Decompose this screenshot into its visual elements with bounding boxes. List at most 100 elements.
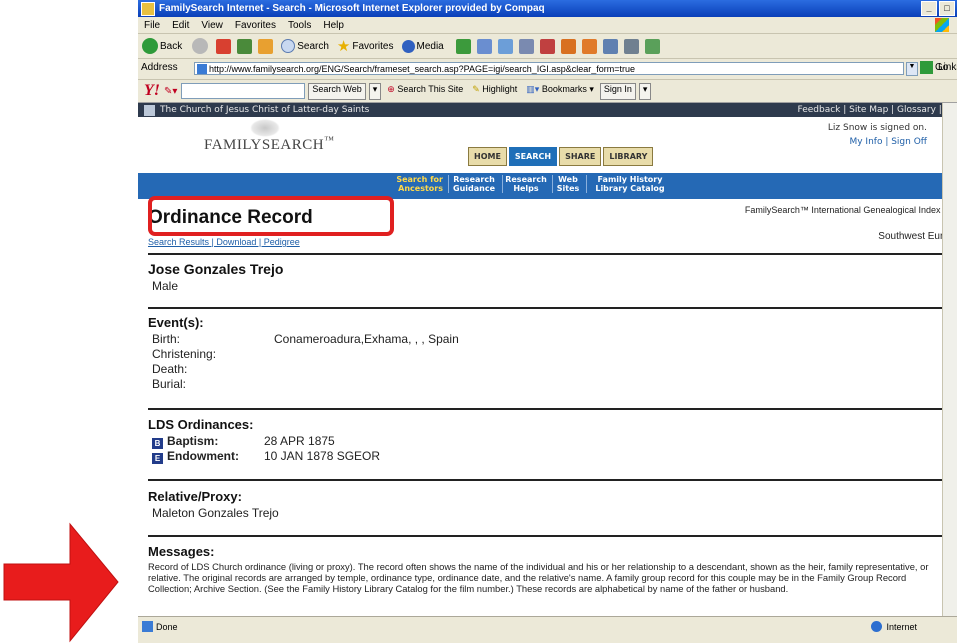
person-name: Jose Gonzales Trejo (148, 261, 284, 277)
addon-icon-1[interactable] (539, 38, 555, 54)
highlight-label: Highlight (482, 83, 518, 94)
ordinance-baptism: B Baptism: (152, 434, 218, 449)
refresh-button[interactable] (237, 38, 253, 54)
favorites-button[interactable]: ★ Favorites (337, 37, 394, 55)
event-label-birth: Birth: (152, 332, 181, 346)
highlighter-icon: ✎ (472, 83, 483, 94)
endowment-badge-icon: E (152, 453, 163, 464)
security-zone: Internet (871, 621, 917, 632)
temple-icon (144, 104, 155, 116)
search-button[interactable]: Search (281, 39, 329, 53)
nav-research-guidance[interactable]: Research Guidance (448, 175, 499, 193)
address-bar: Address http://www.familysearch.org/ENG/… (138, 59, 957, 80)
search-icon (281, 39, 296, 53)
addon-icon-6[interactable] (644, 38, 660, 54)
minimize-button[interactable]: _ (921, 1, 937, 16)
addon-icon-2[interactable] (560, 38, 576, 54)
nav-label-line1: Research (453, 175, 495, 184)
divider (148, 535, 944, 537)
annotation-highlight-box (148, 196, 394, 236)
title-bar[interactable]: FamilySearch Internet - Search - Microso… (138, 0, 957, 17)
media-button[interactable]: Media (401, 39, 444, 53)
menu-file[interactable]: File (144, 20, 160, 31)
events-heading: Event(s): (148, 315, 204, 330)
back-button[interactable]: Back (142, 38, 182, 54)
search-site-icon: ⊕ (387, 83, 398, 94)
ordinances-heading: LDS Ordinances: (148, 417, 254, 432)
familysearch-header: FAMILYSEARCH™ HOME SEARCH SHARE LIBRARY … (138, 117, 957, 173)
relative-name: Maleton Gonzales Trejo (152, 506, 279, 520)
edit-button[interactable] (518, 38, 534, 54)
ordinance-label: Endowment: (167, 449, 239, 463)
menu-view[interactable]: View (201, 20, 223, 31)
menu-edit[interactable]: Edit (172, 20, 189, 31)
yahoo-pencil-icon[interactable]: ✎▾ (164, 86, 177, 97)
record-links[interactable]: Search Results | Download | Pedigree (148, 237, 300, 247)
tab-library[interactable]: LIBRARY (603, 147, 654, 166)
print-button[interactable] (497, 38, 513, 54)
top-links[interactable]: Feedback | Site Map | Glossary | He (798, 105, 957, 115)
highlight-button[interactable]: ✎ Highlight (469, 84, 520, 99)
menu-tools[interactable]: Tools (288, 20, 311, 31)
church-name[interactable]: The Church of Jesus Christ of Latter-day… (160, 105, 369, 115)
church-header-bar: The Church of Jesus Christ of Latter-day… (138, 103, 957, 117)
divider (148, 253, 944, 255)
home-button[interactable] (258, 38, 274, 54)
favorites-label: Favorites (352, 40, 394, 52)
ordinance-baptism-date: 28 APR 1875 (264, 434, 335, 448)
logo-text: FAMILYSEARCH (204, 137, 325, 153)
history-button[interactable] (455, 38, 471, 54)
divider (148, 307, 944, 309)
bookmarks-button[interactable]: ▥▾ Bookmarks ▾ (523, 84, 597, 99)
signed-on-text: Liz Snow is signed on. (827, 123, 927, 133)
back-arrow-icon (142, 38, 158, 54)
person-sex: Male (152, 279, 179, 293)
tab-home[interactable]: HOME (468, 147, 507, 166)
nav-web-sites[interactable]: Web Sites (552, 175, 583, 193)
window-title: FamilySearch Internet - Search - Microso… (159, 3, 545, 14)
ordinance-label: Baptism: (167, 434, 219, 448)
addon-icon-3[interactable] (581, 38, 597, 54)
mail-button[interactable] (476, 38, 492, 54)
maximize-button[interactable]: □ (939, 1, 955, 16)
addon-icon-5[interactable] (623, 38, 639, 54)
search-this-site-button[interactable]: ⊕ Search This Site (384, 84, 466, 99)
links-button[interactable]: Links (938, 62, 957, 73)
nav-label-line2: Sites (556, 184, 580, 193)
baptism-badge-icon: B (152, 438, 163, 449)
ordinance-endowment: E Endowment: (152, 449, 239, 464)
search-web-button[interactable]: Search Web (308, 82, 366, 100)
my-info-link[interactable]: My Info | Sign Off (849, 137, 927, 147)
vertical-scrollbar[interactable] (942, 103, 957, 616)
addon-icon-4[interactable] (602, 38, 618, 54)
address-dropdown[interactable]: ▼ (906, 62, 918, 76)
nav-research-helps[interactable]: Research Helps (502, 175, 549, 193)
zone-text: Internet (886, 621, 917, 632)
annotation-arrow (3, 522, 119, 643)
nav-label-line2: Helps (513, 184, 539, 193)
nav-label-line2: Guidance (453, 184, 495, 193)
address-input[interactable]: http://www.familysearch.org/ENG/Search/f… (194, 62, 904, 75)
bookmarks-icon: ▥▾ (526, 83, 542, 94)
index-name: FamilySearch™ International Genealogical… (744, 205, 957, 215)
nav-family-history-library-catalog[interactable]: Family History Library Catalog (586, 175, 673, 193)
menu-favorites[interactable]: Favorites (235, 20, 276, 31)
stop-button[interactable] (216, 38, 232, 54)
search-web-dropdown[interactable]: ▾ (368, 82, 382, 100)
ordinance-endowment-date: 10 JAN 1878 SGEOR (264, 449, 381, 463)
forward-button[interactable] (192, 38, 209, 54)
yahoo-logo[interactable]: Y! (144, 82, 160, 100)
tab-share[interactable]: SHARE (559, 147, 602, 166)
yahoo-search-input[interactable] (181, 83, 306, 99)
nav-search-for-ancestors[interactable]: Search for Ancestors (388, 175, 443, 193)
divider (148, 408, 944, 410)
relative-heading: Relative/Proxy: (148, 489, 242, 504)
menu-help[interactable]: Help (323, 20, 344, 31)
sign-in-dropdown[interactable]: ▾ (638, 82, 652, 100)
address-url: http://www.familysearch.org/ENG/Search/f… (209, 64, 636, 74)
sign-in-button[interactable]: Sign In (599, 82, 636, 100)
media-icon (401, 39, 415, 53)
nav-label-line1: Research (505, 175, 547, 184)
tab-search[interactable]: SEARCH (508, 147, 558, 166)
familysearch-logo[interactable]: FAMILYSEARCH™ (204, 135, 334, 154)
